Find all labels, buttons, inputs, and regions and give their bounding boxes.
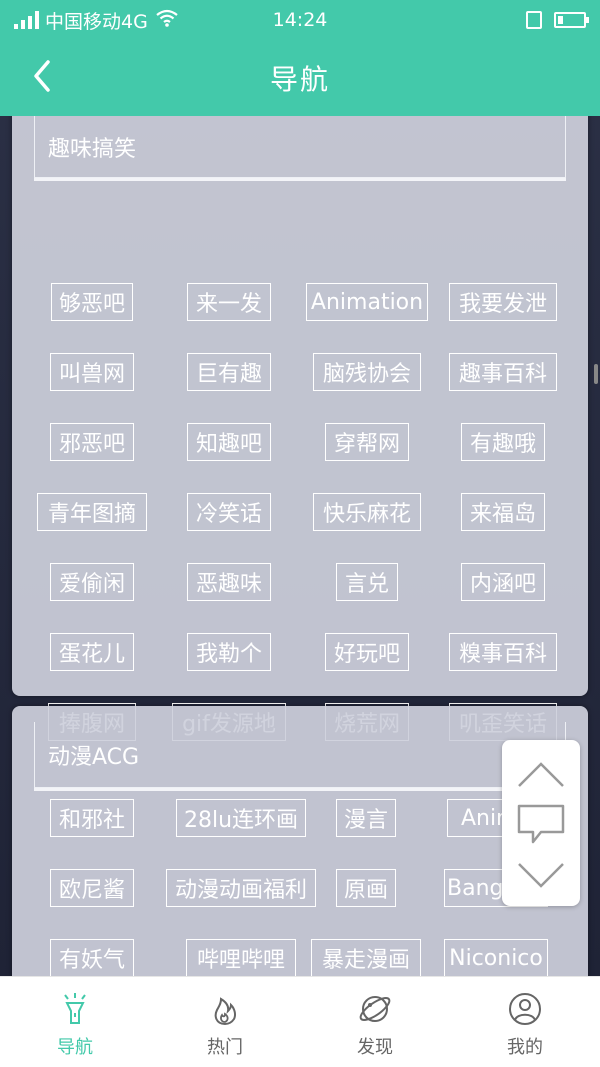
section-title: 动漫ACG: [34, 722, 566, 788]
nav-link-tag[interactable]: Animation: [306, 283, 428, 321]
nav-link-tag[interactable]: 和邪社: [50, 799, 134, 837]
tab-discover[interactable]: 发现: [300, 977, 450, 1067]
nav-link-tag[interactable]: 漫言: [336, 799, 396, 837]
nav-link-tag[interactable]: 巨有趣: [187, 353, 271, 391]
nav-link-tag[interactable]: 爱偷闲: [50, 563, 134, 601]
nav-link-tag[interactable]: 哔哩哔哩: [186, 939, 296, 976]
nav-link-tag[interactable]: 我勒个: [187, 633, 271, 671]
page-title: 导航: [269, 63, 330, 96]
nav-link-tag[interactable]: 来福岛: [461, 493, 545, 531]
speech-bubble-icon[interactable]: [511, 798, 571, 848]
scrollbar[interactable]: [594, 364, 598, 384]
flame-icon: [214, 997, 236, 1026]
clock: 14:24: [272, 9, 328, 31]
planet-icon: [359, 996, 391, 1022]
nav-link-tag[interactable]: 恶趣味: [187, 563, 271, 601]
nav-link-tag[interactable]: 言兑: [336, 563, 398, 601]
nav-link-tag[interactable]: 脑残协会: [313, 353, 421, 391]
nav-link-tag[interactable]: 好玩吧: [325, 633, 409, 671]
nav-link-tag[interactable]: 动漫动画福利: [166, 869, 316, 907]
nav-link-tag[interactable]: 够恶吧: [51, 283, 133, 321]
nav-link-tag[interactable]: 趣事百科: [449, 353, 557, 391]
tab-label: 热门: [207, 1037, 243, 1058]
chevron-left-icon[interactable]: [26, 56, 66, 96]
tab-nav[interactable]: 导航: [0, 977, 150, 1067]
nav-link-tag[interactable]: 快乐麻花: [313, 493, 421, 531]
chevron-down-icon[interactable]: [511, 850, 571, 900]
tab-me[interactable]: 我的: [450, 977, 600, 1067]
chevron-up-icon[interactable]: [511, 748, 571, 798]
status-bar: 中国移动4G 14:24: [0, 0, 600, 40]
section-card-fun: 趣味搞笑 够恶吧 来一发 Animation 我要发泄叫兽网 巨有趣 脑残协会 趣事百科邪恶…: [12, 116, 588, 741]
nav-link-tag[interactable]: 知趣吧: [187, 423, 271, 461]
nav-link-tag[interactable]: 青年图摘: [37, 493, 147, 531]
nav-link-tag[interactable]: 暴走漫画: [311, 939, 421, 976]
tab-label: 我的: [507, 1037, 543, 1058]
app-header: 中国移动4G 14:24 导航: [0, 0, 600, 116]
bottom-tab-bar: 导航 热门 发现 我的: [0, 976, 600, 1067]
section-title: 趣味搞笑: [34, 116, 566, 178]
nav-link-tag[interactable]: 叫兽网: [50, 353, 134, 391]
user-icon: [509, 993, 541, 1025]
tab-hot[interactable]: 热门: [150, 977, 300, 1067]
nav-link-tag[interactable]: 欧尼酱: [50, 869, 134, 907]
nav-link-tag[interactable]: 穿帮网: [325, 423, 409, 461]
nav-link-tag[interactable]: 蛋花儿: [50, 633, 134, 671]
nav-link-tag[interactable]: 邪恶吧: [50, 423, 134, 461]
tab-label: 发现: [357, 1037, 393, 1058]
flashlight-icon: [64, 993, 86, 1024]
nav-link-tag[interactable]: 糗事百科: [449, 633, 557, 671]
nav-link-tag[interactable]: 我要发泄: [449, 283, 557, 321]
nav-link-tag[interactable]: 冷笑话: [187, 493, 271, 531]
nav-link-tag[interactable]: 内涵吧: [461, 563, 545, 601]
nav-link-tag[interactable]: Niconico: [444, 939, 548, 976]
nav-link-tag[interactable]: 有妖气: [50, 939, 134, 976]
float-panel: [502, 740, 580, 906]
nav-link-tag[interactable]: 有趣哦: [461, 423, 545, 461]
tab-label: 导航: [57, 1037, 93, 1058]
nav-bar: 导航: [0, 40, 600, 116]
nav-link-tag[interactable]: 原画: [336, 869, 396, 907]
battery-icon: [554, 12, 589, 28]
nav-link-tag[interactable]: 来一发: [187, 283, 271, 321]
nav-link-tag[interactable]: 28lu连环画: [176, 799, 306, 837]
